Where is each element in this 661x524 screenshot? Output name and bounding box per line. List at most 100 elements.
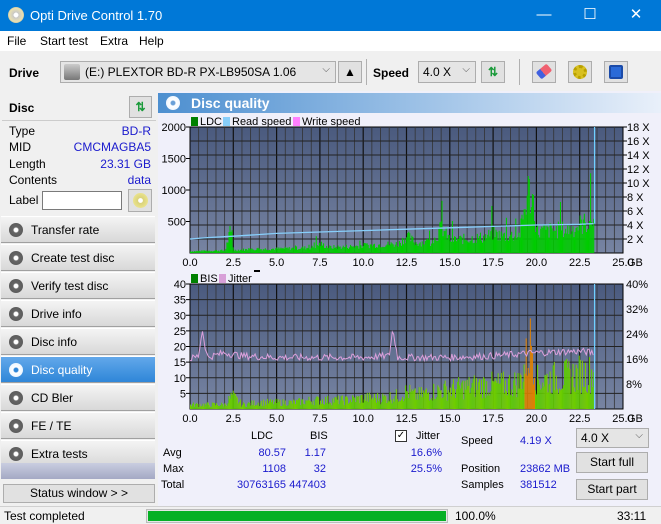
drive-select[interactable]: (E:) PLEXTOR BD-R PX-LB950SA 1.06 ⌵ (60, 61, 336, 83)
ldc-bar (321, 245, 324, 253)
bis-bar (502, 371, 504, 409)
ldc-bar (421, 241, 423, 253)
eject-button[interactable]: ▲ (338, 61, 362, 83)
nav-create-test-disc[interactable]: Create test disc (1, 244, 155, 271)
ldc-bar (497, 240, 499, 253)
bis-bar (252, 405, 254, 409)
test-speed-select[interactable]: 4.0 X ⌵ (576, 428, 649, 448)
bis-bar (208, 404, 210, 409)
menu-start-test[interactable]: Start test (40, 34, 88, 48)
ldc-bar (343, 247, 345, 253)
ldc-bar (426, 238, 428, 253)
nav-disc-quality[interactable]: Disc quality (1, 356, 155, 383)
jitter-checkbox[interactable]: ✓ (395, 430, 407, 442)
bis-bar (283, 404, 285, 409)
bis-bar (281, 405, 283, 409)
y-tick-label-right: 16% (626, 354, 648, 366)
bis-bar (363, 399, 365, 409)
bis-bar (453, 389, 455, 409)
ldc-bar (250, 249, 252, 253)
start-part-button[interactable]: Start part (576, 479, 648, 500)
menu-help[interactable]: Help (139, 34, 164, 48)
bis-bar (532, 384, 534, 409)
nav-drive-info[interactable]: Drive info (1, 300, 155, 327)
bis-bar (202, 403, 204, 409)
settings-button[interactable] (568, 61, 592, 83)
bis-bar (355, 402, 357, 409)
nav-transfer-rate[interactable]: Transfer rate (1, 216, 155, 243)
bis-bar (461, 382, 463, 409)
menu-file[interactable]: File (7, 34, 26, 48)
bis-bar (510, 395, 512, 409)
save-button[interactable] (604, 61, 628, 83)
nav-label: FE / TE (31, 419, 72, 433)
nav-verify-test-disc[interactable]: Verify test disc (1, 272, 155, 299)
status-window-button[interactable]: Status window > > (3, 484, 155, 503)
ldc-bar (438, 228, 440, 253)
disc-label-button[interactable] (128, 189, 152, 212)
bis-bar (544, 374, 546, 409)
legend-jitter: Jitter (228, 273, 252, 285)
x-tick-label: 7.5 (312, 257, 327, 269)
bis-bar (572, 363, 574, 409)
ldc-bar (517, 236, 519, 253)
disc-label-input[interactable] (42, 191, 122, 210)
bis-bar (583, 387, 585, 409)
y-tick-label-right: 6 X (627, 206, 644, 218)
ldc-bar (464, 239, 466, 253)
bis-bar (327, 395, 329, 409)
col-ldc-header: LDC (251, 430, 274, 442)
bis-bar (528, 373, 530, 409)
ldc-bar (568, 234, 570, 253)
refresh-button[interactable]: ⇅ (481, 61, 505, 83)
ldc-bar (468, 242, 470, 253)
y-tick-label-right: 2 X (627, 234, 644, 246)
bis-bar (479, 394, 481, 409)
bis-bar (413, 389, 415, 409)
bis-bar (474, 397, 476, 409)
disc-refresh-button[interactable]: ⇅ (129, 96, 152, 118)
nav-cd-bler[interactable]: CD Bler (1, 384, 155, 411)
bis-bar (251, 400, 253, 409)
ldc-bar (215, 250, 218, 253)
ldc-bar (323, 243, 325, 253)
nav-fe-te[interactable]: FE / TE (1, 412, 155, 439)
ldc-bar (531, 194, 533, 253)
ldc-bar (206, 251, 208, 253)
nav-disc-info[interactable]: Disc info (1, 328, 155, 355)
bis-bar (303, 403, 305, 409)
bis-bar (445, 386, 447, 409)
menu-extra[interactable]: Extra (100, 34, 128, 48)
bis-bar (467, 385, 469, 409)
ldc-bar (273, 248, 275, 253)
disc-info-row: MID CMCMAGBA5 (9, 140, 151, 156)
ldc-bar (308, 244, 310, 253)
ldc-bar (342, 245, 344, 253)
bis-bar (592, 387, 594, 409)
bis-bar (415, 399, 417, 409)
ldc-bar (226, 242, 228, 253)
ldc-bar (256, 248, 258, 253)
close-button[interactable]: ✕ (613, 0, 659, 31)
ldc-bar (212, 251, 214, 253)
ldc-bar (538, 234, 540, 253)
bis-bar (308, 396, 310, 409)
start-full-button[interactable]: Start full (576, 452, 648, 473)
bis-bar (405, 385, 407, 409)
bis-bar (578, 355, 580, 409)
speed-select[interactable]: 4.0 X ⌵ (418, 61, 476, 83)
ldc-bar (381, 247, 383, 253)
bis-bar (268, 400, 271, 409)
bis-bar (393, 401, 395, 409)
bis-bar (249, 402, 251, 409)
bis-bar (457, 381, 459, 409)
disc-info-icon (9, 335, 23, 349)
erase-button[interactable] (532, 61, 556, 83)
minimize-button[interactable]: — (521, 0, 567, 31)
bis-bar (469, 393, 471, 409)
bis-bar (373, 393, 375, 409)
disc-quality-charts: LDC Read speed Write speed 0.0 2.5 5.0 7.5 1… (162, 116, 651, 425)
ldc-bar (354, 247, 356, 253)
bis-bar (241, 404, 243, 409)
maximize-button[interactable]: ☐ (567, 0, 613, 31)
